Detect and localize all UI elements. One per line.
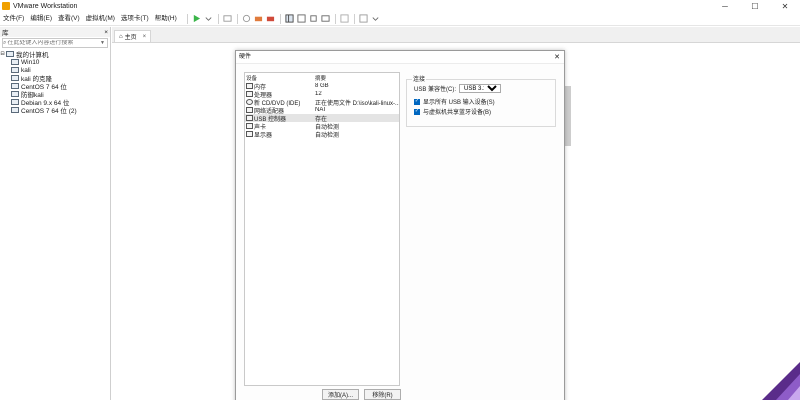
tree-item-kali[interactable]: kali bbox=[0, 66, 110, 74]
title-bar: VMware Workstation ─ ☐ ✕ bbox=[0, 0, 800, 12]
toolbar bbox=[184, 13, 382, 25]
tree-item-win10[interactable]: Win10 bbox=[0, 58, 110, 66]
minimize-button[interactable]: ─ bbox=[710, 0, 740, 12]
usb-compat-row: USB 兼容性(C): USB 3.1 bbox=[414, 84, 502, 93]
tree-root[interactable]: ⊟ 我的计算机 bbox=[0, 50, 110, 59]
vmware-logo-icon bbox=[2, 2, 10, 10]
library-search[interactable]: ⌕ ▼ bbox=[2, 38, 108, 48]
library-title: 库 bbox=[2, 30, 9, 37]
dialog-title: 硬件 bbox=[236, 51, 564, 64]
usb-compat-select[interactable]: USB 3.1 bbox=[459, 84, 502, 93]
desktop-wallpaper-corner bbox=[762, 362, 800, 400]
search-input[interactable] bbox=[7, 40, 93, 46]
fullscreen-icon[interactable] bbox=[308, 13, 320, 25]
play-icon[interactable] bbox=[191, 13, 203, 25]
menu-file[interactable]: 文件(F) bbox=[0, 12, 27, 26]
computer-icon bbox=[6, 51, 14, 57]
collapse-icon[interactable]: ⊟ bbox=[0, 51, 5, 57]
hardware-dialog: 硬件 ✕ 设备 摘要 内存 8 GB 处理器 12 新 CD/DVD (IDE)… bbox=[235, 50, 565, 400]
device-row-display[interactable]: 显示器 自动检测 bbox=[245, 130, 399, 139]
snapshot-icon[interactable] bbox=[241, 13, 253, 25]
console-view-icon[interactable] bbox=[339, 13, 351, 25]
chevron-down-icon[interactable] bbox=[370, 13, 382, 25]
menu-vm[interactable]: 虚拟机(M) bbox=[83, 12, 118, 26]
library-panel: 库 × ⌕ ▼ ⊟ 我的计算机 Win10 kali kali 的克隆 Cent… bbox=[0, 27, 111, 400]
close-icon[interactable]: × bbox=[104, 29, 108, 36]
vertical-scrollbar[interactable] bbox=[565, 86, 571, 146]
device-buttons: 添加(A)... 移除(R) bbox=[322, 389, 401, 400]
connection-label: 连接 bbox=[412, 74, 427, 83]
vm-icon bbox=[11, 67, 19, 73]
column-summary: 摘要 bbox=[315, 75, 327, 82]
menu-help[interactable]: 帮助(H) bbox=[152, 12, 180, 26]
menu-view[interactable]: 查看(V) bbox=[55, 12, 83, 26]
home-icon: ⌂ bbox=[119, 33, 123, 40]
search-icon: ⌕ bbox=[3, 39, 7, 46]
checkbox-checked-icon[interactable]: ✓ bbox=[414, 98, 420, 105]
revert-snapshot-icon[interactable] bbox=[253, 13, 265, 25]
tree-item-centos7-2[interactable]: CentOS 7 64 位 (2) bbox=[0, 106, 110, 115]
share-bluetooth-option[interactable]: ✓ 与虚拟机共享蓝牙设备(B) bbox=[414, 107, 491, 116]
vm-icon bbox=[11, 75, 19, 81]
vm-icon bbox=[11, 107, 19, 113]
close-icon[interactable]: × bbox=[143, 34, 147, 40]
memory-icon bbox=[246, 83, 253, 89]
usb-icon bbox=[246, 115, 253, 121]
usb-compat-label: USB 兼容性(C): bbox=[414, 87, 457, 93]
column-device: 设备 bbox=[246, 75, 258, 82]
network-icon bbox=[246, 107, 253, 113]
close-icon[interactable]: ✕ bbox=[554, 53, 560, 61]
stretch-view-icon[interactable] bbox=[358, 13, 370, 25]
monitor-icon bbox=[246, 131, 253, 137]
add-device-button[interactable]: 添加(A)... bbox=[322, 389, 359, 400]
window-title: VMware Workstation bbox=[13, 2, 78, 10]
library-view-icon[interactable] bbox=[284, 13, 296, 25]
menu-edit[interactable]: 编辑(E) bbox=[27, 12, 55, 26]
checkbox-checked-icon[interactable]: ✓ bbox=[414, 108, 420, 115]
vm-icon bbox=[11, 59, 19, 65]
send-keys-icon[interactable] bbox=[222, 13, 234, 25]
speaker-icon bbox=[246, 123, 253, 129]
vm-icon bbox=[11, 99, 19, 105]
tree-item-centos7[interactable]: CentOS 7 64 位 bbox=[0, 82, 110, 91]
menu-tabs[interactable]: 选项卡(T) bbox=[118, 12, 152, 26]
thumbnail-view-icon[interactable] bbox=[296, 13, 308, 25]
remove-device-button[interactable]: 移除(R) bbox=[364, 389, 401, 400]
show-all-usb-option[interactable]: ✓ 显示所有 USB 输入设备(S) bbox=[414, 97, 495, 106]
cd-icon bbox=[246, 99, 253, 105]
unity-icon[interactable] bbox=[320, 13, 332, 25]
menu-bar: 文件(F) 编辑(E) 查看(V) 虚拟机(M) 选项卡(T) 帮助(H) bbox=[0, 12, 800, 26]
vm-icon bbox=[11, 91, 19, 97]
tab-strip: ⌂ 主页 × bbox=[112, 27, 800, 43]
vm-tree: ⊟ 我的计算机 Win10 kali kali 的克隆 CentOS 7 64 … bbox=[0, 50, 110, 115]
close-window-button[interactable]: ✕ bbox=[770, 0, 800, 12]
device-list: 设备 摘要 内存 8 GB 处理器 12 新 CD/DVD (IDE) 正在使用… bbox=[244, 72, 400, 386]
snapshot-manager-icon[interactable] bbox=[265, 13, 277, 25]
tab-home[interactable]: ⌂ 主页 × bbox=[114, 30, 152, 42]
chevron-down-icon[interactable] bbox=[203, 13, 215, 25]
vm-icon bbox=[11, 83, 19, 89]
processor-icon bbox=[246, 91, 253, 97]
maximize-button[interactable]: ☐ bbox=[740, 0, 770, 12]
chevron-down-icon[interactable]: ▼ bbox=[100, 40, 105, 46]
